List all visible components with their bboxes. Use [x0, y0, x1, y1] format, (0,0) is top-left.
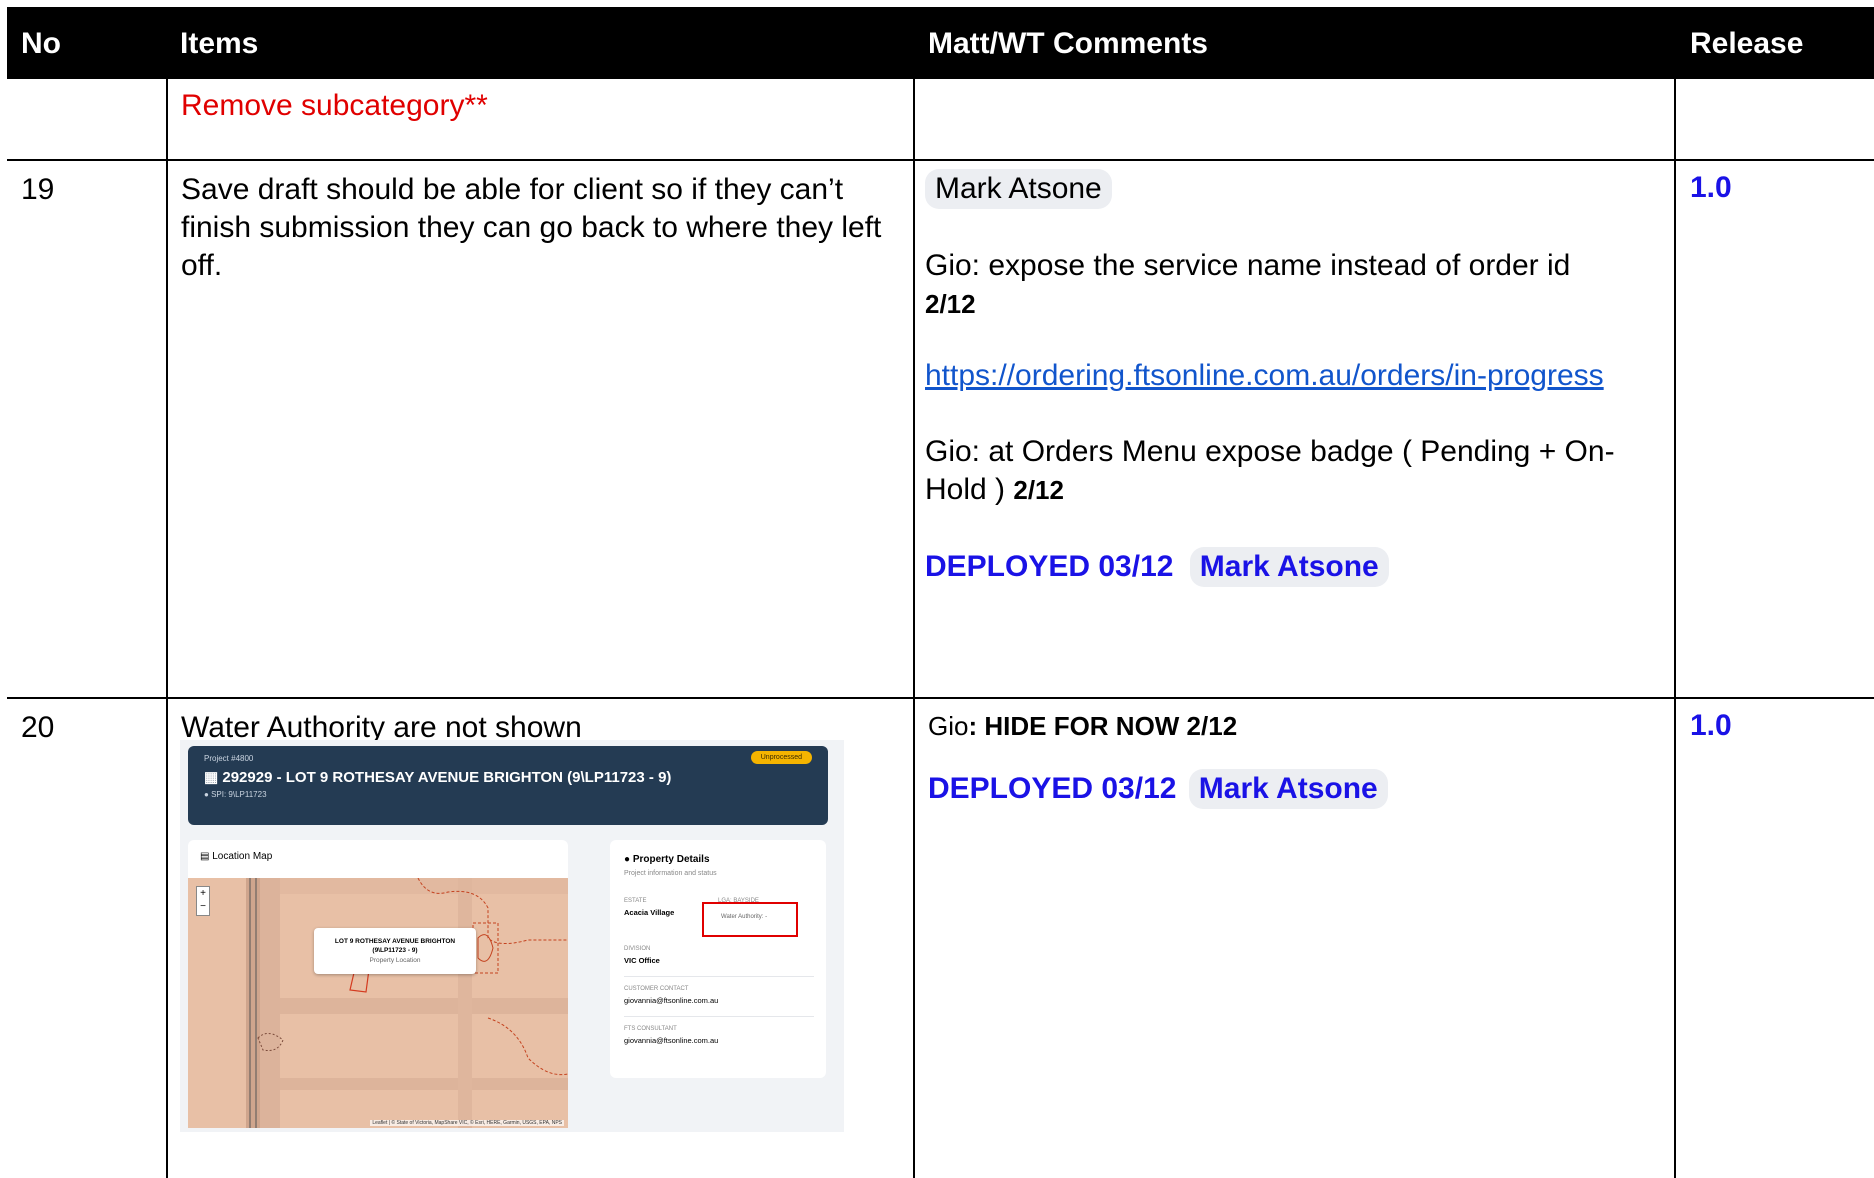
water-authority-text: Water Authority: -	[721, 914, 768, 920]
comments-cell: Mark Atsone Gio: expose the service name…	[925, 169, 1665, 587]
map-graphic	[188, 878, 568, 1128]
consultant-value: giovannia@ftsonline.com.au	[624, 1036, 719, 1045]
map-attribution: Leaflet | © State of Victoria, MapShare …	[370, 1120, 564, 1126]
comment-date: 2/12	[925, 289, 976, 319]
customer-label: CUSTOMER CONTACT	[624, 986, 689, 992]
popup-line: Property Location	[369, 957, 421, 964]
details-title-text: Property Details	[632, 854, 710, 865]
document-page: No Items Matt/WT Comments Release Remove…	[0, 0, 1874, 1178]
details-subtitle: Project information and status	[624, 870, 717, 877]
map-heading-text: Location Map	[212, 851, 273, 862]
comment-date: 2/12	[1013, 475, 1064, 505]
info-icon: ●	[624, 854, 631, 865]
person-chip[interactable]: Mark Atsone	[1188, 769, 1388, 809]
table-row: 19 Save draft should be able for client …	[7, 159, 1874, 699]
project-label: Project #4800	[204, 754, 254, 763]
location-map-card: ▤ Location Map + − LOT 9 ROTHESAY AVENUE…	[188, 840, 568, 1128]
consultant-label: FTS CONSULTANT	[624, 1026, 677, 1032]
person-chip[interactable]: Mark Atsone	[1189, 547, 1389, 587]
row-number: 20	[21, 711, 55, 744]
building-icon: ▦	[204, 769, 219, 786]
table-header: No Items Matt/WT Comments Release	[7, 7, 1874, 79]
row-number: 19	[21, 173, 55, 206]
header-release: Release	[1690, 27, 1804, 60]
popup-line: LOT 9 ROTHESAY AVENUE BRIGHTON	[334, 938, 456, 945]
deployed-label: DEPLOYED 03/12	[928, 772, 1177, 805]
comments-cell: Gio: HIDE FOR NOW 2/12 DEPLOYED 03/12 Ma…	[928, 707, 1668, 809]
property-details-card: ● Property Details Project information a…	[610, 840, 826, 1078]
project-title: ▦ 292929 - LOT 9 ROTHESAY AVENUE BRIGHTO…	[204, 768, 671, 786]
project-banner: Project #4800 ▦ 292929 - LOT 9 ROTHESAY …	[188, 746, 828, 825]
embedded-screenshot: Project #4800 ▦ 292929 - LOT 9 ROTHESAY …	[180, 740, 844, 1132]
deployed-label: DEPLOYED 03/12	[925, 550, 1174, 583]
water-authority-highlight: Water Authority: -	[702, 902, 798, 937]
row-item-text: Remove subcategory**	[181, 89, 488, 122]
division-value: VIC Office	[624, 956, 660, 965]
row-item-text: Save draft should be able for client so …	[181, 173, 882, 282]
orders-link[interactable]: https://ordering.ftsonline.com.au/orders…	[925, 359, 1604, 392]
estate-value: Acacia Village	[624, 908, 675, 917]
project-title-text: 292929 - LOT 9 ROTHESAY AVENUE BRIGHTON …	[222, 769, 672, 786]
details-title: ● Property Details	[624, 854, 710, 865]
status-badge: Unprocessed	[750, 751, 812, 764]
estate-label: ESTATE	[624, 898, 647, 904]
map-zoom-control[interactable]: + −	[196, 886, 210, 916]
spi-value: SPI: 9\LP11723	[211, 790, 267, 799]
person-chip[interactable]: Mark Atsone	[925, 169, 1112, 209]
map-popup: LOT 9 ROTHESAY AVENUE BRIGHTON (9\LP1172…	[314, 928, 476, 974]
map-heading: ▤ Location Map	[200, 851, 272, 862]
comment-text: : HIDE FOR NOW 2/12	[968, 711, 1238, 741]
map-icon: ▤	[200, 851, 210, 862]
division-label: DIVISION	[624, 946, 651, 952]
popup-line: (9\LP11723 - 9)	[372, 947, 418, 954]
comment-prefix: Gio	[928, 711, 969, 741]
release-version: 1.0	[1690, 709, 1732, 742]
customer-value: giovannia@ftsonline.com.au	[624, 996, 719, 1005]
pin-icon: ●	[204, 790, 209, 799]
header-comments: Matt/WT Comments	[928, 27, 1208, 60]
spi-text: ● SPI: 9\LP11723	[204, 790, 267, 799]
table-row: Remove subcategory**	[7, 79, 1874, 161]
header-no: No	[21, 27, 61, 60]
comment-text: Gio: expose the service name instead of …	[925, 249, 1571, 282]
map-area[interactable]: + − LOT 9 ROTHESAY AVENUE BRIGHTON (9\LP1…	[188, 878, 568, 1128]
release-version: 1.0	[1690, 171, 1732, 204]
header-items: Items	[180, 27, 259, 60]
